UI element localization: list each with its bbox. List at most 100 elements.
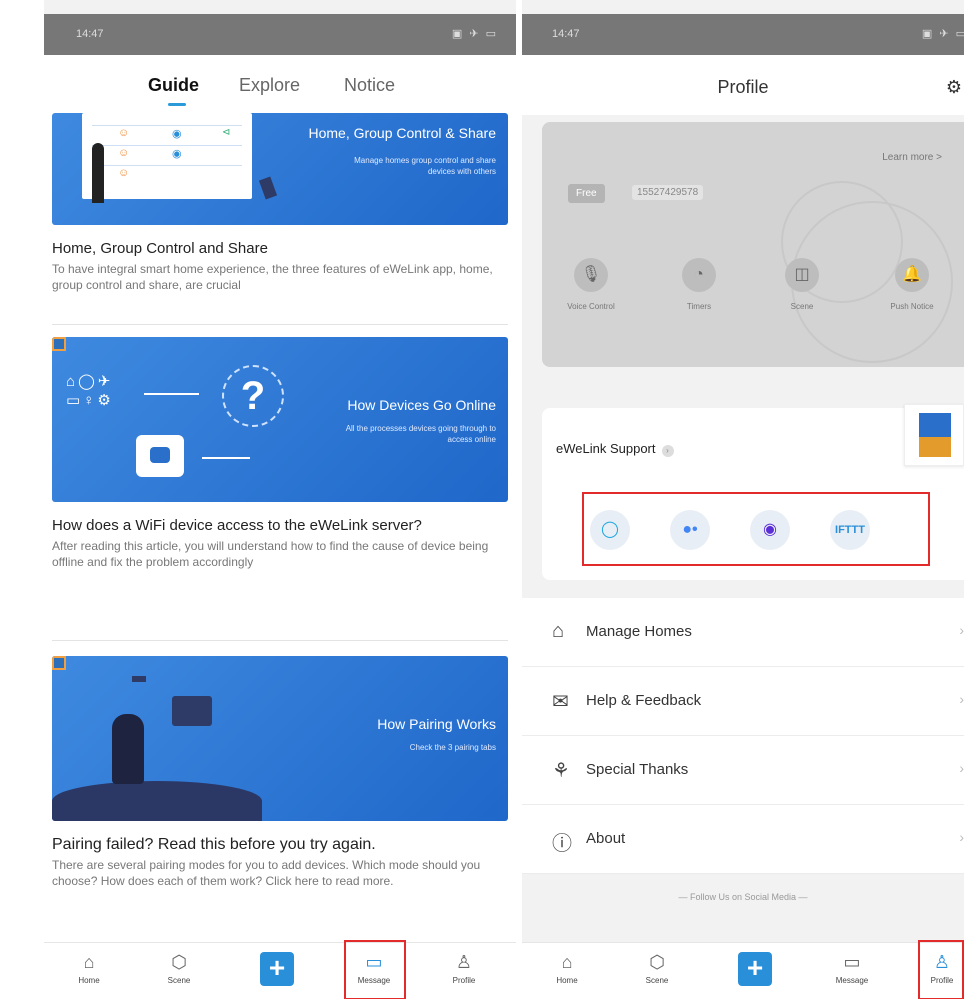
feature-label: Timers [686, 302, 712, 311]
support-label: eWeLink Support [556, 441, 656, 456]
divider [52, 324, 508, 325]
tag-icon [52, 337, 66, 351]
message-icon: ▭ [843, 952, 861, 972]
mail-icon: ✉ [552, 691, 569, 713]
menu-about[interactable]: ⓘ About › [522, 805, 964, 874]
banner-title: How Devices Go Online [347, 397, 496, 413]
menu-help-feedback[interactable]: ✉ Help & Feedback › [522, 667, 964, 736]
nav-home[interactable]: ⌂ Home [65, 947, 113, 985]
chat-bubble-icon [172, 696, 212, 726]
menu-manage-homes[interactable]: ⌂ Manage Homes › [522, 598, 964, 667]
feature-label: Scene [790, 302, 814, 311]
flag-icon [258, 176, 278, 200]
bell-icon: 🔔 [895, 258, 929, 292]
top-tabs: Guide Explore Notice [44, 55, 516, 113]
status-time: 14:47 [76, 28, 104, 40]
menu-label: Manage Homes [586, 623, 692, 640]
scene-icon: ⬡ [171, 952, 187, 972]
feature-timers[interactable]: ◔ Timers [664, 258, 734, 311]
home-icon: ⌂ [552, 620, 565, 642]
gift-icon: ⚘ [552, 760, 570, 782]
learn-more-link[interactable]: Learn more > [882, 152, 942, 163]
status-time: 14:47 [552, 28, 580, 40]
guide-screen: 14:47 ▣ ✈ ▭ Guide Explore Notice ☺ ☺ ☺ ◉… [44, 0, 516, 999]
status-icons: ▣ ✈ ▭ [451, 28, 498, 40]
router-icon [136, 435, 184, 477]
banner-subtitle: All the processes devices going through … [345, 424, 496, 444]
feature-label: Push Notice [890, 302, 934, 311]
feature-voice-control[interactable]: 🎙 Voice Control [556, 258, 626, 311]
feature-push-notice[interactable]: 🔔 Push Notice [877, 258, 947, 311]
home-icon: ⌂ [561, 952, 573, 972]
guide-card-devices-online[interactable]: ⌂◯✈ ▭♀⚙ ? How Devices Go Online All the p… [52, 337, 508, 570]
timer-icon: ◔ [682, 258, 716, 292]
person-figure [112, 714, 144, 784]
account-card: Learn more > Free 15527429578 🎙 Voice Con… [542, 122, 964, 367]
illustration-table: ☺ ☺ ☺ ◉ ◉ ⊲ [82, 113, 252, 199]
nav-scene-label: Scene [645, 976, 669, 985]
nav-scene[interactable]: ⬡ Scene [633, 947, 681, 985]
tab-explore[interactable]: Explore [239, 75, 300, 96]
nav-home[interactable]: ⌂ Home [543, 947, 591, 985]
question-icon: ? [222, 365, 284, 427]
divider [52, 640, 508, 641]
card-description: After reading this article, you will und… [52, 539, 489, 569]
info-icon: ⓘ [552, 833, 572, 855]
profile-screen: 14:47 ▣ ✈ ▭ Profile ⚙ Learn more > Free … [522, 0, 964, 999]
bottom-nav: ⌂ Home ⬡ Scene + ▭ Message ♙ Profile [44, 940, 516, 999]
guide-card-home-group[interactable]: ☺ ☺ ☺ ◉ ◉ ⊲ Home, Group Control & Share … [52, 113, 508, 293]
card-description: To have integral smart home experience, … [52, 262, 493, 292]
card-title: Home, Group Control and Share [52, 240, 268, 257]
nav-profile[interactable]: ♙ Profile [440, 947, 488, 985]
cube-icon: ◫ [785, 258, 819, 292]
status-bar: 14:47 ▣ ✈ ▭ [522, 14, 964, 55]
guide-card-pairing[interactable]: How Pairing Works Check the 3 pairing ta… [52, 656, 508, 889]
arrow-line-2 [202, 457, 250, 459]
chevron-right-icon: › [959, 829, 964, 845]
banner-title: Home, Group Control & Share [308, 125, 496, 141]
highlight-box-message [344, 940, 406, 999]
device-icons: ⌂◯✈ ▭♀⚙ [66, 373, 114, 409]
account-phone: 15527429578 [632, 185, 704, 200]
tab-notice[interactable]: Notice [344, 75, 395, 96]
nav-scene[interactable]: ⬡ Scene [155, 947, 203, 985]
card-description: There are several pairing modes for you … [52, 858, 481, 888]
chevron-right-icon: › [959, 760, 964, 776]
banner-subtitle: Check the 3 pairing tabs [409, 743, 496, 752]
card-title: How does a WiFi device access to the eWe… [52, 517, 422, 534]
menu-label: Help & Feedback [586, 692, 702, 709]
feature-label: Voice Control [567, 302, 615, 311]
nav-home-label: Home [78, 976, 100, 985]
banner-title: How Pairing Works [377, 716, 496, 732]
add-device-button[interactable]: + [260, 952, 294, 986]
add-device-button[interactable]: + [738, 952, 772, 986]
follow-us-heading: — Follow Us on Social Media — [678, 892, 808, 902]
gear-icon[interactable]: ⚙ [946, 77, 962, 98]
tab-guide[interactable]: Guide [148, 75, 199, 96]
profile-icon: ♙ [455, 952, 473, 972]
highlight-box-assistants [582, 492, 930, 566]
support-link[interactable]: eWeLink Support › [556, 441, 674, 457]
nav-profile-label: Profile [452, 976, 476, 985]
menu-label: About [586, 830, 626, 847]
person-figure [92, 143, 104, 203]
guide-feed[interactable]: ☺ ☺ ☺ ◉ ◉ ⊲ Home, Group Control & Share … [44, 113, 516, 942]
feature-scene[interactable]: ◫ Scene [767, 258, 837, 311]
bottom-nav: ⌂ Home ⬡ Scene + ▭ Message ♙ Profile [522, 940, 964, 999]
chevron-right-icon: › [959, 622, 964, 638]
menu-special-thanks[interactable]: ⚘ Special Thanks › [522, 736, 964, 805]
nav-message[interactable]: ▭ Message [828, 947, 876, 985]
page-title: Profile [717, 77, 769, 97]
highlight-box-profile [918, 940, 964, 999]
follow-label: Follow Us on Social Media [689, 892, 797, 902]
profile-menu: ⌂ Manage Homes › ✉ Help & Feedback › ⚘ Specia… [522, 598, 964, 874]
nav-message-label: Message [835, 976, 869, 985]
expo-badge [904, 404, 964, 466]
scene-icon: ⬡ [649, 952, 665, 972]
nav-home-label: Home [556, 976, 578, 985]
microphone-icon: 🎙 [574, 258, 608, 292]
banner-subtitle: Manage homes group control and share dev… [354, 156, 496, 176]
chevron-right-icon: › [661, 445, 674, 457]
arrow-line [144, 393, 199, 395]
plan-badge: Free [568, 184, 605, 203]
